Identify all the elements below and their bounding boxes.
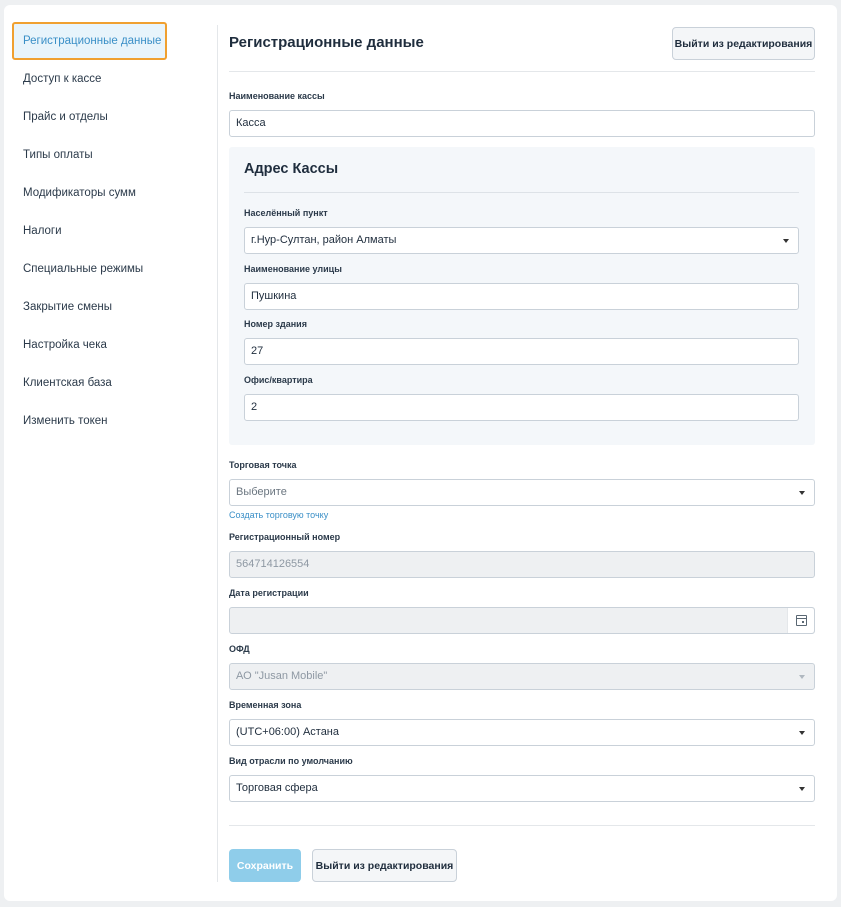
- timezone-value: (UTC+06:00) Астана: [236, 726, 340, 738]
- ofd-value: АО "Jusan Mobile": [236, 670, 328, 682]
- office-label: Офис/квартира: [244, 375, 313, 385]
- street-input[interactable]: Пушкина: [244, 283, 799, 310]
- reg-date-input: [229, 607, 815, 634]
- header: Регистрационные данные Выйти из редактир…: [229, 20, 815, 72]
- footer-divider: [229, 825, 815, 826]
- chevron-down-icon: [799, 787, 805, 791]
- sidebar-item-modifiers[interactable]: Модификаторы сумм: [12, 174, 212, 212]
- sidebar-divider: [217, 25, 218, 882]
- timezone-select[interactable]: (UTC+06:00) Астана: [229, 719, 815, 746]
- create-trade-point-link[interactable]: Создать торговую точку: [229, 510, 328, 520]
- sidebar-item-access[interactable]: Доступ к кассе: [12, 60, 212, 98]
- building-label: Номер здания: [244, 319, 307, 329]
- sidebar-item-clients[interactable]: Клиентская база: [12, 364, 212, 402]
- trade-point-label: Торговая точка: [229, 460, 297, 470]
- address-title: Адрес Кассы: [244, 161, 339, 177]
- locality-label: Населённый пункт: [244, 208, 328, 218]
- industry-value: Торговая сфера: [236, 782, 318, 794]
- street-label: Наименование улицы: [244, 264, 342, 274]
- chevron-down-icon: [799, 731, 805, 735]
- sidebar-item-registration[interactable]: Регистрационные данные: [12, 22, 167, 60]
- building-input[interactable]: 27: [244, 338, 799, 365]
- kassa-name-label: Наименование кассы: [229, 91, 325, 101]
- sidebar-item-payment-types[interactable]: Типы оплаты: [12, 136, 212, 174]
- sidebar-item-special-modes[interactable]: Специальные режимы: [12, 250, 212, 288]
- reg-number-input: 564714126554: [229, 551, 815, 578]
- sidebar-item-shift-close[interactable]: Закрытие смены: [12, 288, 212, 326]
- trade-point-placeholder: Выберите: [236, 486, 287, 498]
- office-input[interactable]: 2: [244, 394, 799, 421]
- chevron-down-icon: [799, 491, 805, 495]
- locality-select[interactable]: г.Нур-Султан, район Алматы: [244, 227, 799, 254]
- industry-label: Вид отрасли по умолчанию: [229, 756, 353, 766]
- save-button[interactable]: Сохранить: [229, 849, 301, 882]
- settings-card: Регистрационные данные Доступ к кассе Пр…: [4, 5, 837, 901]
- chevron-down-icon: [783, 239, 789, 243]
- sidebar: Регистрационные данные Доступ к кассе Пр…: [12, 22, 212, 440]
- calendar-icon: [796, 615, 807, 626]
- industry-select[interactable]: Торговая сфера: [229, 775, 815, 802]
- page-title: Регистрационные данные: [229, 34, 424, 51]
- timezone-label: Временная зона: [229, 700, 302, 710]
- sidebar-item-price[interactable]: Прайс и отделы: [12, 98, 212, 136]
- ofd-select: АО "Jusan Mobile": [229, 663, 815, 690]
- sidebar-item-taxes[interactable]: Налоги: [12, 212, 212, 250]
- calendar-button[interactable]: [787, 608, 814, 633]
- sidebar-item-token[interactable]: Изменить токен: [12, 402, 212, 440]
- address-divider: [244, 192, 799, 193]
- kassa-name-input[interactable]: Касса: [229, 110, 815, 137]
- trade-point-select[interactable]: Выберите: [229, 479, 815, 506]
- exit-edit-button-bottom[interactable]: Выйти из редактирования: [312, 849, 457, 882]
- ofd-label: ОФД: [229, 644, 250, 654]
- reg-date-label: Дата регистрации: [229, 588, 309, 598]
- sidebar-item-receipt[interactable]: Настройка чека: [12, 326, 212, 364]
- locality-value: г.Нур-Султан, район Алматы: [251, 234, 397, 246]
- main-content: Регистрационные данные Выйти из редактир…: [229, 20, 815, 882]
- chevron-down-icon: [799, 675, 805, 679]
- exit-edit-button-top[interactable]: Выйти из редактирования: [672, 27, 815, 60]
- reg-number-label: Регистрационный номер: [229, 532, 341, 542]
